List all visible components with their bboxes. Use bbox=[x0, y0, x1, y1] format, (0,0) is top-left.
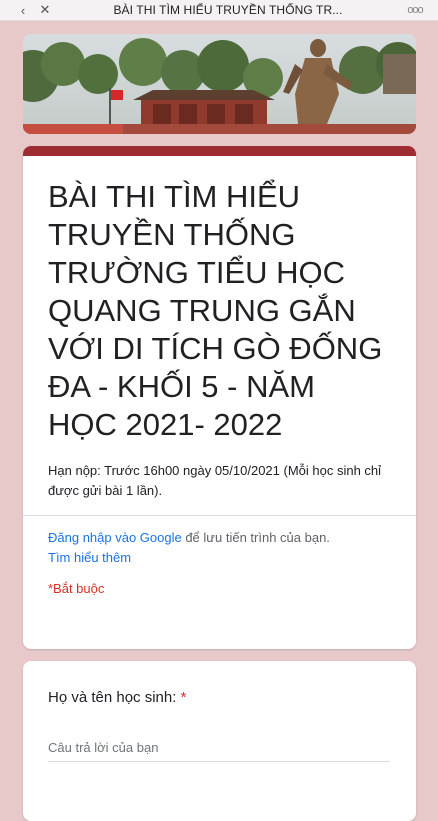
form-title: BÀI THI TÌM HIỂU TRUYỀN THỐNG TRƯỜNG TIỂ… bbox=[48, 179, 383, 442]
learn-more-row: Tìm hiểu thêm bbox=[48, 548, 392, 568]
close-icon[interactable]: ✕ bbox=[34, 2, 56, 18]
form-description: Hạn nộp: Trước 16h00 ngày 05/10/2021 (Mỗ… bbox=[48, 463, 382, 498]
header-accent-bar bbox=[23, 146, 416, 156]
question-card: Họ và tên học sinh: * bbox=[23, 661, 416, 821]
header-banner-image bbox=[23, 34, 416, 134]
form-header-card: BÀI THI TÌM HIỂU TRUYỀN THỐNG TRƯỜNG TIỂ… bbox=[23, 146, 416, 649]
more-options-icon[interactable]: ooo bbox=[400, 4, 430, 16]
question-label: Họ và tên học sinh: * bbox=[48, 689, 392, 706]
login-notice-text: để lưu tiến trình của bạn. bbox=[181, 530, 330, 545]
browser-top-bar: ‹ ✕ BÀI THI TÌM HIỂU TRUYỀN THỐNG TR... … bbox=[0, 0, 438, 21]
question-text: Họ và tên học sinh: bbox=[48, 689, 181, 706]
learn-more-link[interactable]: Tìm hiểu thêm bbox=[48, 550, 131, 565]
required-star: * bbox=[180, 689, 187, 706]
google-login-link[interactable]: Đăng nhập vào Google bbox=[48, 530, 182, 545]
page-title: BÀI THI TÌM HIỂU TRUYỀN THỐNG TR... bbox=[113, 3, 343, 17]
back-icon[interactable]: ‹ bbox=[12, 3, 34, 18]
student-name-input[interactable] bbox=[48, 740, 390, 762]
divider bbox=[23, 515, 416, 516]
required-note: *Bắt buộc bbox=[48, 581, 105, 596]
login-notice: Đăng nhập vào Google để lưu tiến trình c… bbox=[48, 528, 392, 548]
